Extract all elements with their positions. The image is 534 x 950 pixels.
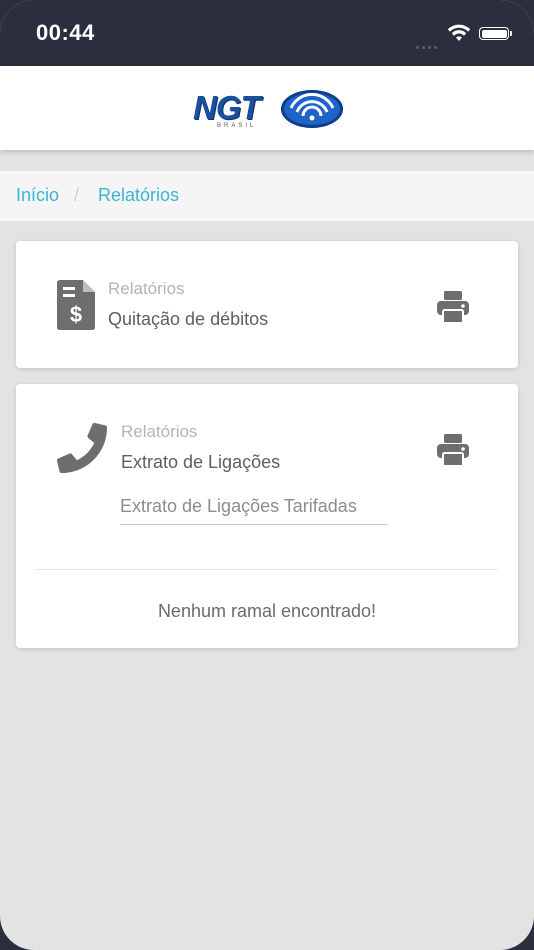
- card-title: Quitação de débitos: [108, 309, 269, 329]
- status-time: 00:44: [36, 20, 95, 45]
- wifi-icon: [447, 24, 471, 47]
- breadcrumb-separator: /: [74, 185, 80, 205]
- ngt-logo[interactable]: NGT BRASIL: [189, 88, 345, 130]
- app-screen: 00:44 NGT BRASIL Início / Relatórios $ R…: [0, 0, 534, 950]
- card-divider: [36, 569, 498, 570]
- card-category-label: Relatórios: [121, 422, 198, 441]
- call-statement-type-field[interactable]: [120, 488, 388, 525]
- empty-extension-message: Nenhum ramal encontrado!: [157, 601, 377, 621]
- report-card-call-statement: Relatórios Extrato de Ligações Nenhum ra…: [16, 384, 518, 648]
- breadcrumb-reports-link[interactable]: Relatórios: [98, 185, 179, 206]
- status-bar: 00:44: [0, 0, 534, 66]
- battery-icon: [479, 27, 512, 40]
- invoice-dollar-icon: $: [57, 280, 95, 335]
- report-card-debt-clearance: $ Relatórios Quitação de débitos: [16, 241, 518, 368]
- breadcrumb: Início / Relatórios: [0, 171, 534, 221]
- logo-text: NGT: [193, 89, 261, 126]
- card-category-label: Relatórios: [108, 279, 185, 298]
- logo-oval: [281, 90, 343, 128]
- card-title: Extrato de Ligações: [121, 452, 281, 472]
- breadcrumb-home-link[interactable]: Início: [16, 185, 59, 206]
- phone-icon: [57, 423, 107, 478]
- print-icon[interactable]: [437, 434, 469, 471]
- print-icon[interactable]: [437, 291, 469, 328]
- logo-subtext: BRASIL: [217, 123, 257, 129]
- signal-icon: [416, 36, 440, 54]
- app-header: NGT BRASIL: [0, 66, 534, 150]
- svg-text:$: $: [70, 302, 82, 327]
